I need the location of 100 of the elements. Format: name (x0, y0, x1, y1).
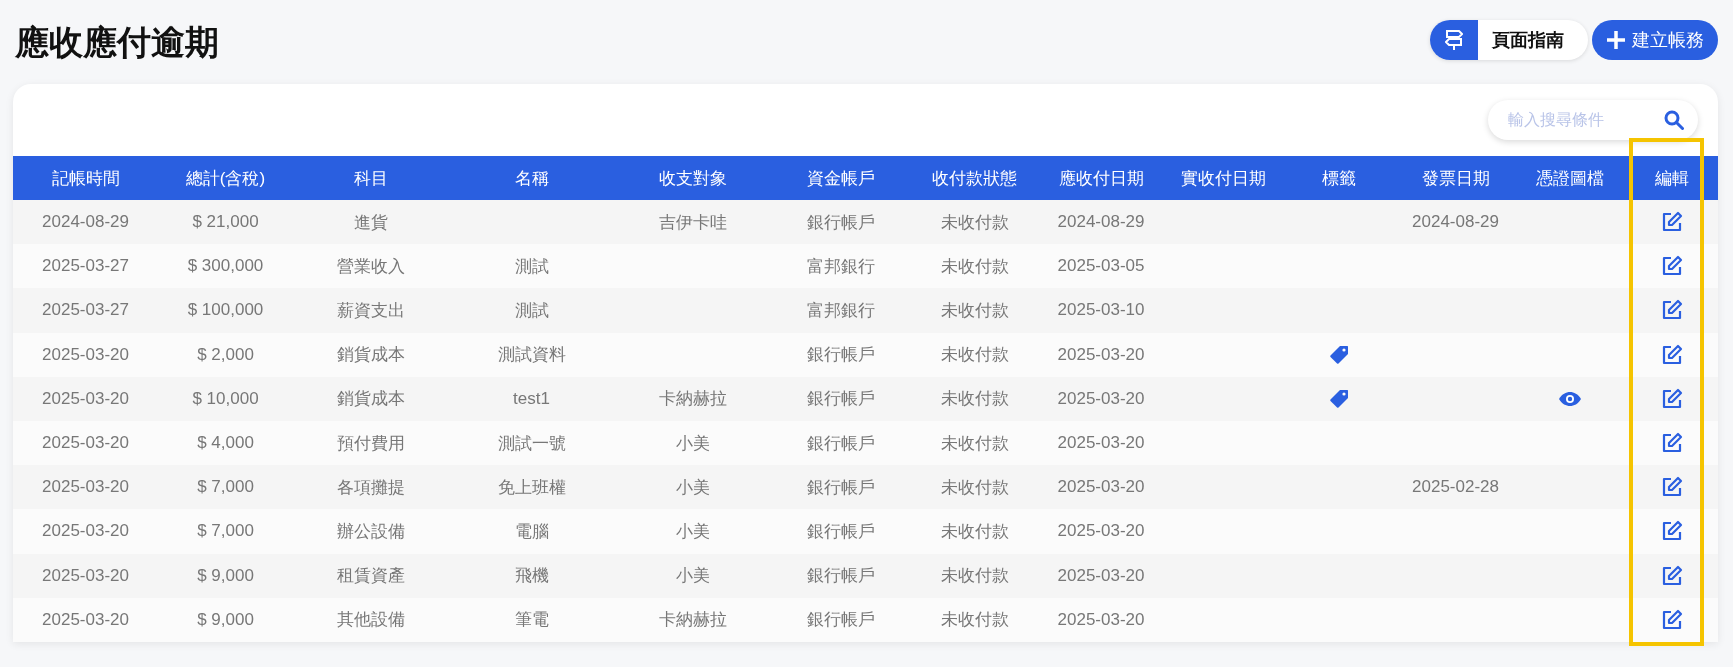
edit-icon[interactable] (1660, 255, 1683, 278)
table-cell: 2024-08-29 (42, 212, 129, 233)
table-cell-text: 富邦銀行 (807, 299, 875, 322)
search-field[interactable]: 輸入搜尋條件 (1488, 100, 1698, 140)
table-cell-text: 富邦銀行 (807, 255, 875, 278)
page-guide-button[interactable]: 頁面指南 (1430, 20, 1588, 60)
table-cell-text: 卡納赫拉 (659, 609, 727, 632)
table-cell-text: 卡納赫拉 (659, 388, 727, 411)
table-row[interactable]: 2025-03-20 $ 7,000 各項攤提 免上班權 小美 銀行帳戶 未收付款 2025-03-20 2025-02-28 (13, 465, 1718, 510)
table-cell-text: 小美 (676, 432, 710, 455)
table-cell-text: 測試一號 (497, 432, 566, 455)
column-header: 總計(含稅) (185, 167, 266, 190)
table-cell: 2025-03-20 (1057, 477, 1145, 498)
table-cell-text: 辦公設備 (336, 520, 405, 543)
column-header: 實收付日期 (1180, 167, 1266, 190)
table-cell-text: 未收付款 (940, 609, 1009, 632)
column-header: 科目 (353, 167, 388, 190)
table-cell: 2025-03-10 (1057, 300, 1145, 321)
table-cell-text: 免上班權 (497, 476, 566, 499)
table-cell: $ 100,000 (187, 300, 264, 321)
table-cell-text: 未收付款 (940, 388, 1009, 411)
table-row[interactable]: 2024-08-29 $ 21,000 進貨 吉伊卡哇 銀行帳戶 未收付款 2024-08-29 2024-08-29 (13, 200, 1718, 245)
table-cell-text: 測試 (514, 255, 549, 278)
column-header: 收支對象 (659, 167, 727, 190)
edit-icon[interactable] (1660, 608, 1683, 631)
table-cell-text: 未收付款 (940, 344, 1009, 367)
table-cell-text: 其他設備 (336, 609, 405, 632)
table-cell-text: 小美 (676, 520, 710, 543)
table-cell: 2025-03-05 (1057, 256, 1145, 277)
table-cell-text: 小美 (676, 476, 710, 499)
table-cell: 2025-03-20 (1057, 344, 1145, 365)
column-header: 記帳時間 (51, 167, 120, 190)
table-cell-text: 營業收入 (336, 255, 405, 278)
signpost-icon (1445, 29, 1463, 51)
table-cell-text: 銀行帳戶 (807, 565, 875, 588)
edit-icon[interactable] (1660, 211, 1683, 234)
table-cell: 2024-08-29 (1057, 212, 1145, 233)
table-cell: 2025-03-20 (1057, 565, 1145, 586)
table-cell-text: 未收付款 (940, 520, 1009, 543)
column-header: 收付款狀態 (932, 167, 1017, 190)
table-cell: $ 7,000 (197, 477, 254, 498)
table-row[interactable]: 2025-03-20 $ 9,000 其他設備 筆電 卡納赫拉 銀行帳戶 未收付款 2025-03-20 (13, 597, 1718, 642)
search-icon (1664, 110, 1684, 130)
column-header: 應收付日期 (1058, 167, 1144, 190)
table-cell: $ 9,000 (197, 609, 254, 630)
table-row[interactable]: 2025-03-20 $ 7,000 辦公設備 電腦 小美 銀行帳戶 未收付款 2025-03-20 (13, 509, 1718, 554)
edit-icon[interactable] (1660, 343, 1683, 366)
table-cell: 2024-08-29 (1412, 212, 1499, 233)
table-cell-text: 銀行帳戶 (807, 344, 875, 367)
plus-icon (1606, 30, 1626, 50)
table-cell: 2025-03-20 (1057, 433, 1145, 454)
table-cell: 2025-02-28 (1412, 477, 1499, 498)
edit-icon[interactable] (1660, 564, 1683, 587)
table-row[interactable]: 2025-03-20 $ 4,000 預付費用 測試一號 小美 銀行帳戶 未收付款 2025-03-20 (13, 420, 1718, 466)
table-cell: 2025-03-20 (42, 388, 129, 409)
table-row[interactable]: 2025-03-20 $ 9,000 租賃資產 飛機 小美 銀行帳戶 未收付款 2025-03-20 (13, 553, 1718, 598)
table-cell: 2025-03-27 (42, 256, 129, 277)
table-row[interactable]: 2025-03-20 $ 2,000 銷貨成本 測試資料 銀行帳戶 未收付款 2025-03-20 (13, 332, 1718, 377)
table-row[interactable]: 2025-03-27 $ 300,000 營業收入 測試 富邦銀行 未收付款 2025-03-05 (13, 244, 1718, 289)
table-cell-text: 銀行帳戶 (807, 476, 875, 499)
edit-icon[interactable] (1660, 432, 1683, 455)
column-header: 標籤 (1322, 167, 1356, 190)
table-cell-text: 銀行帳戶 (807, 520, 875, 543)
eye-icon[interactable] (1558, 390, 1582, 407)
table-cell-text: 未收付款 (940, 211, 1009, 234)
table-cell-text: 小美 (676, 565, 710, 588)
table-cell-text: 未收付款 (940, 299, 1009, 322)
table-cell-text: 未收付款 (940, 476, 1009, 499)
tag-icon[interactable] (1329, 344, 1349, 365)
edit-icon[interactable] (1660, 476, 1683, 499)
table-cell-text: 未收付款 (940, 432, 1009, 455)
table-cell: $ 9,000 (197, 565, 254, 586)
table-cell: 2025-03-20 (1057, 388, 1145, 409)
table-row[interactable]: 2025-03-27 $ 100,000 薪資支出 測試 富邦銀行 未收付款 2025-03-10 (13, 288, 1718, 333)
create-entry-button[interactable]: 建立帳務 (1592, 20, 1718, 60)
column-header: 憑證圖檔 (1536, 167, 1604, 190)
table-row[interactable]: 2025-03-20 $ 10,000 銷貨成本 test1 卡納赫拉 銀行帳戶 未收付款 2025-03-20 (13, 376, 1718, 421)
table-cell: $ 4,000 (197, 433, 254, 454)
edit-icon[interactable] (1660, 299, 1683, 322)
table-cell: 2025-03-20 (42, 433, 129, 454)
table-cell: 2025-03-20 (42, 521, 129, 542)
edit-icon[interactable] (1660, 387, 1683, 410)
column-header: 資金帳戶 (807, 167, 875, 190)
table-cell-text: 未收付款 (940, 255, 1009, 278)
table-cell-text: 銀行帳戶 (807, 432, 875, 455)
table-cell-text: 銷貨成本 (336, 344, 405, 367)
table-cell: 2025-03-20 (42, 565, 129, 586)
table-cell: 2025-03-20 (1057, 609, 1145, 630)
column-header: 編輯 (1654, 167, 1689, 190)
edit-icon[interactable] (1660, 520, 1683, 543)
table-cell-text: 未收付款 (940, 565, 1009, 588)
table-cell-text: 銀行帳戶 (807, 211, 875, 234)
tag-icon[interactable] (1329, 388, 1349, 409)
table-cell: 2025-03-20 (42, 344, 129, 365)
table-cell-text: 租賃資產 (336, 565, 405, 588)
table-cell-text: 電腦 (514, 520, 549, 543)
table-cell-text: 測試 (514, 299, 549, 322)
table-cell: $ 21,000 (192, 212, 259, 233)
table-cell: 2025-03-27 (42, 300, 129, 321)
table-cell-text: 預付費用 (336, 432, 405, 455)
